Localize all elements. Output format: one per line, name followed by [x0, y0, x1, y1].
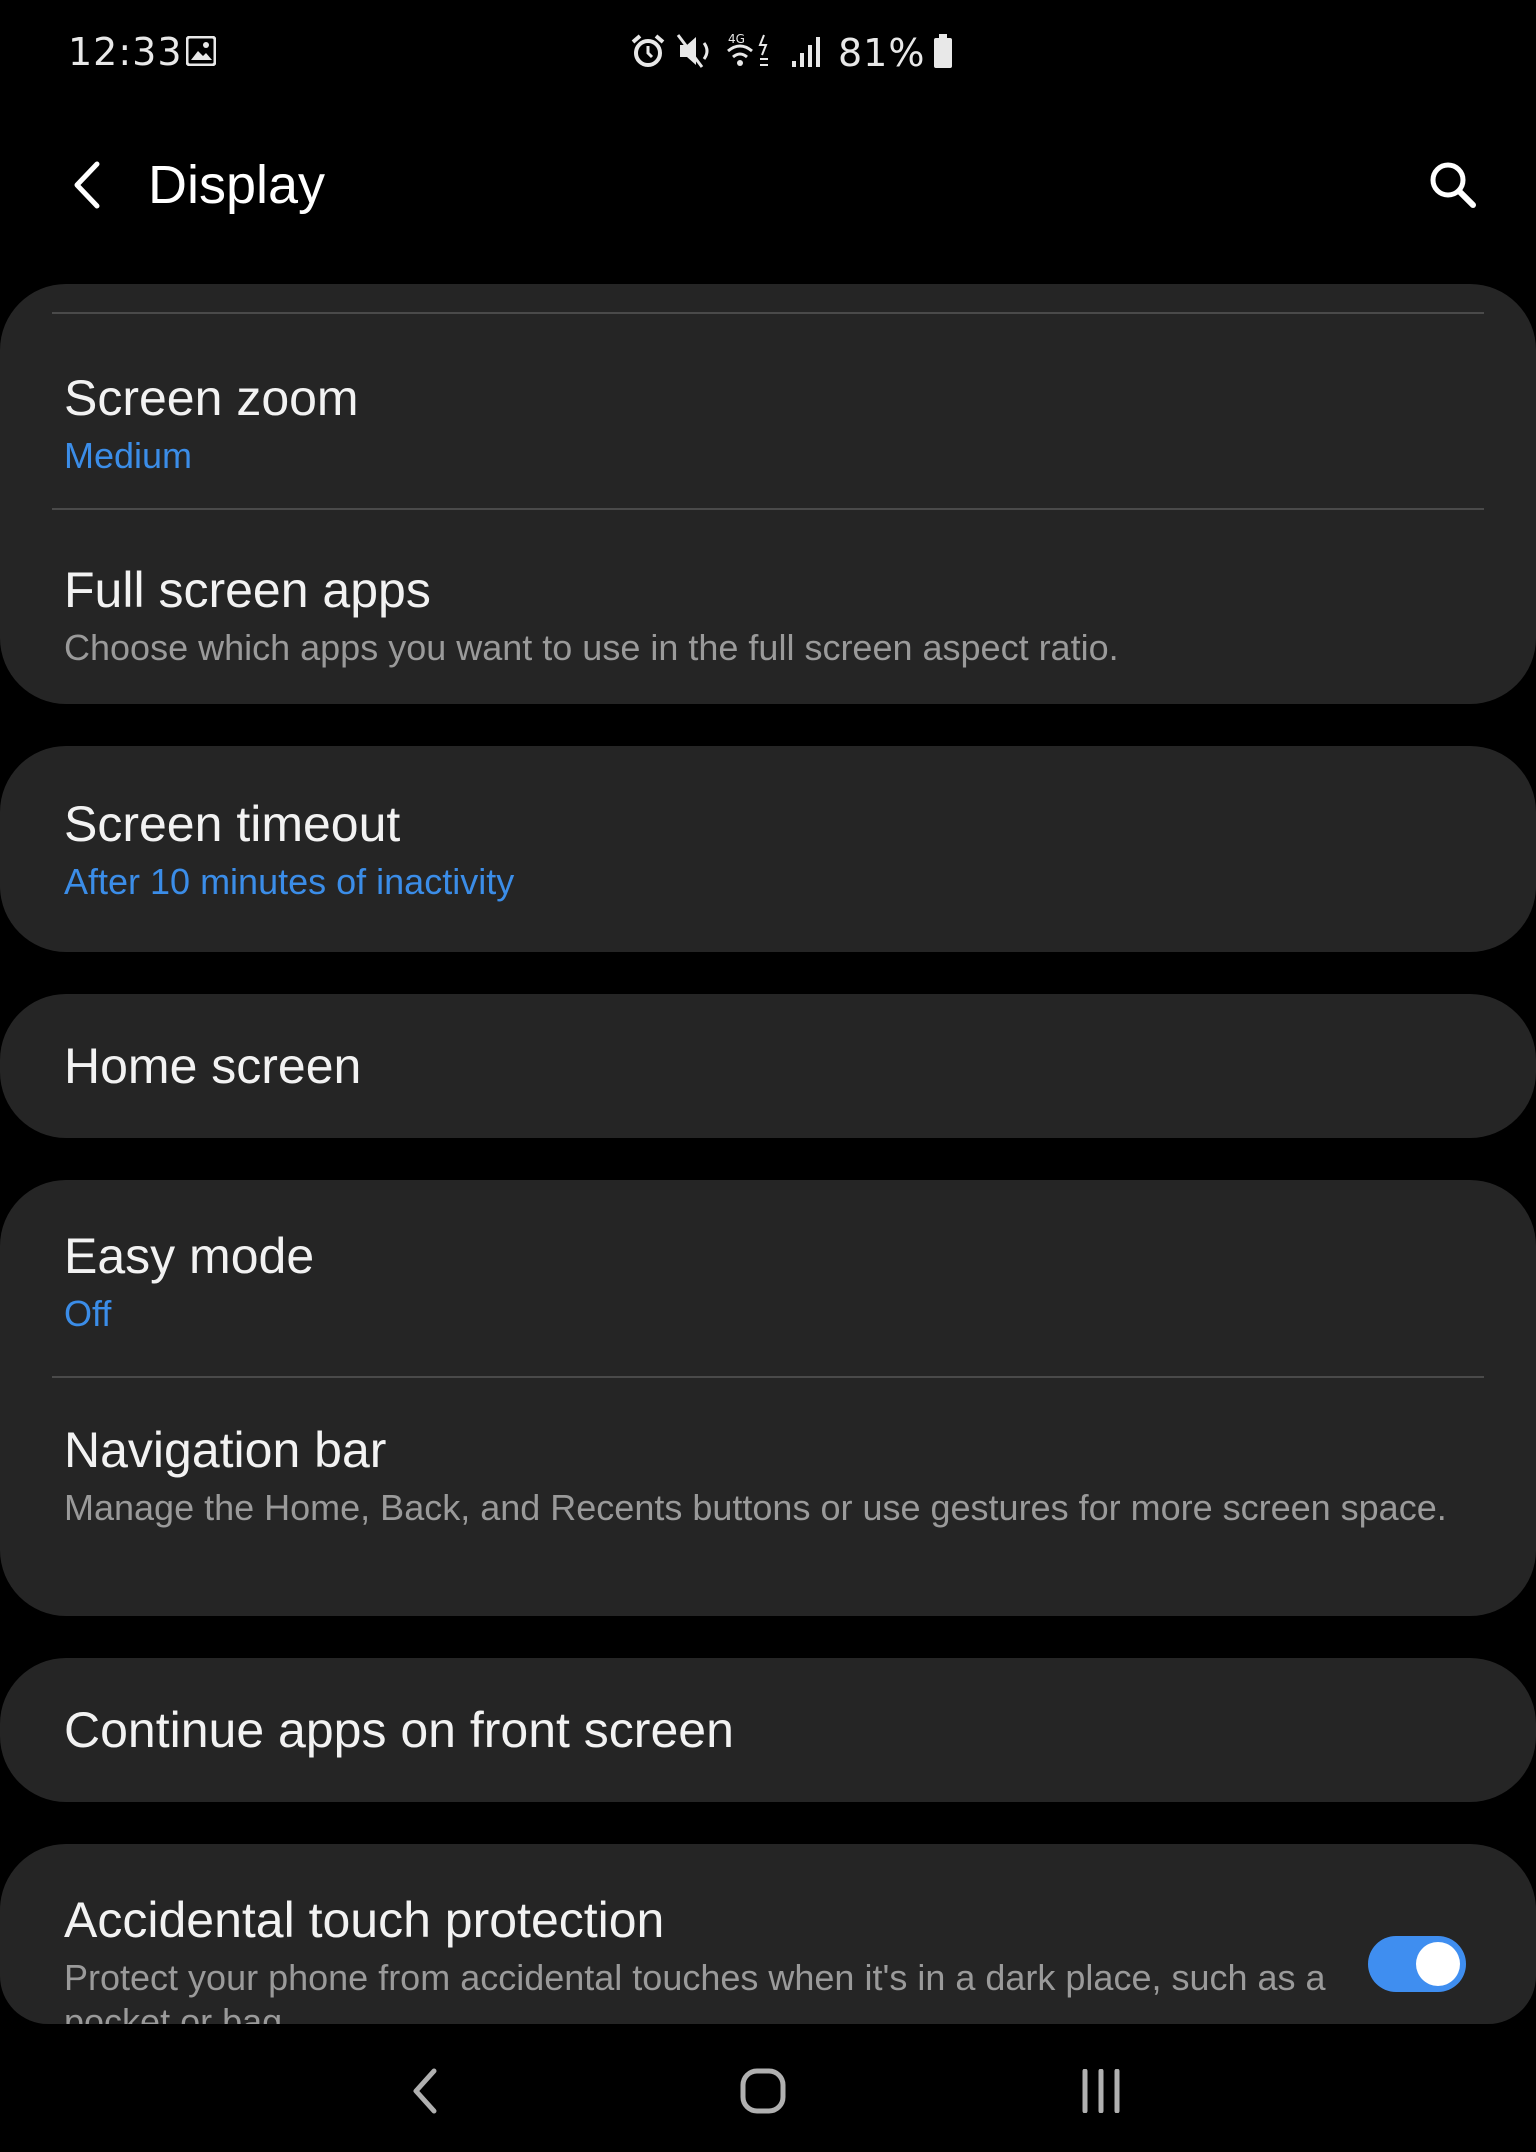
- app-header: Display: [0, 108, 1536, 308]
- setting-value: Off: [64, 1293, 112, 1334]
- setting-full-screen-apps[interactable]: Full screen apps Choose which apps you w…: [0, 510, 1536, 704]
- system-nav-bar: [0, 2030, 1536, 2152]
- nav-back-icon: [413, 2068, 437, 2114]
- setting-value: After 10 minutes of inactivity: [64, 861, 515, 902]
- settings-card-continue: Continue apps on front screen: [0, 1658, 1536, 1802]
- settings-card-easy: Easy mode Off Navigation bar Manage the …: [0, 1180, 1536, 1616]
- nav-recents-icon: [1082, 2069, 1120, 2113]
- setting-title: Easy mode: [64, 1228, 315, 1284]
- nav-home-button[interactable]: [728, 2056, 798, 2126]
- settings-card-timeout: Screen timeout After 10 minutes of inact…: [0, 746, 1536, 952]
- setting-home-screen[interactable]: Home screen: [0, 994, 1536, 1138]
- setting-title: Navigation bar: [64, 1422, 387, 1478]
- status-bar: 12:33 4G 81%: [0, 0, 1536, 108]
- setting-value: Medium: [64, 435, 193, 476]
- nav-recents-button[interactable]: [1066, 2056, 1136, 2126]
- setting-screen-timeout[interactable]: Screen timeout After 10 minutes of inact…: [0, 746, 1536, 952]
- setting-description: Manage the Home, Back, and Recents butto…: [64, 1487, 1447, 1528]
- signal-icon: [790, 33, 822, 73]
- setting-title: Accidental touch protection: [64, 1892, 665, 1948]
- battery-percent: 81%: [838, 31, 926, 75]
- settings-card-home: Home screen: [0, 994, 1536, 1138]
- setting-continue-apps[interactable]: Continue apps on front screen: [0, 1658, 1536, 1802]
- setting-navigation-bar[interactable]: Navigation bar Manage the Home, Back, an…: [0, 1378, 1536, 1616]
- mute-icon: [676, 33, 716, 73]
- back-chevron-icon: [74, 161, 100, 209]
- settings-card-accidental: Accidental touch protection Protect your…: [0, 1844, 1536, 2024]
- setting-title: Continue apps on front screen: [64, 1702, 734, 1758]
- gallery-icon: [185, 35, 217, 67]
- setting-accidental-touch[interactable]: Accidental touch protection Protect your…: [0, 1844, 1536, 2024]
- alarm-icon: [630, 33, 666, 73]
- nav-home-icon: [740, 2068, 786, 2114]
- toggle-knob: [1416, 1942, 1460, 1986]
- accidental-touch-toggle[interactable]: [1368, 1936, 1466, 1992]
- setting-title: Screen zoom: [64, 370, 359, 426]
- status-icons: 4G 81%: [630, 30, 963, 76]
- status-time: 12:33: [68, 30, 183, 74]
- setting-title: Full screen apps: [64, 562, 431, 618]
- search-button[interactable]: [1418, 150, 1488, 220]
- setting-screen-zoom[interactable]: Screen zoom Medium: [0, 314, 1536, 490]
- settings-card-zoom: Screen zoom Medium Full screen apps Choo…: [0, 284, 1536, 704]
- setting-title: Screen timeout: [64, 796, 401, 852]
- page-title: Display: [148, 155, 326, 215]
- nav-back-button[interactable]: [390, 2056, 460, 2126]
- setting-title: Home screen: [64, 1038, 362, 1094]
- battery-icon: [933, 33, 953, 73]
- setting-description: Choose which apps you want to use in the…: [64, 627, 1119, 668]
- setting-description: Protect your phone from accidental touch…: [64, 1957, 1326, 2024]
- back-button[interactable]: [56, 148, 116, 222]
- wifi-4g-icon: 4G: [726, 31, 780, 75]
- search-icon: [1430, 162, 1476, 208]
- svg-text:4G: 4G: [728, 32, 745, 46]
- setting-easy-mode[interactable]: Easy mode Off: [0, 1180, 1536, 1376]
